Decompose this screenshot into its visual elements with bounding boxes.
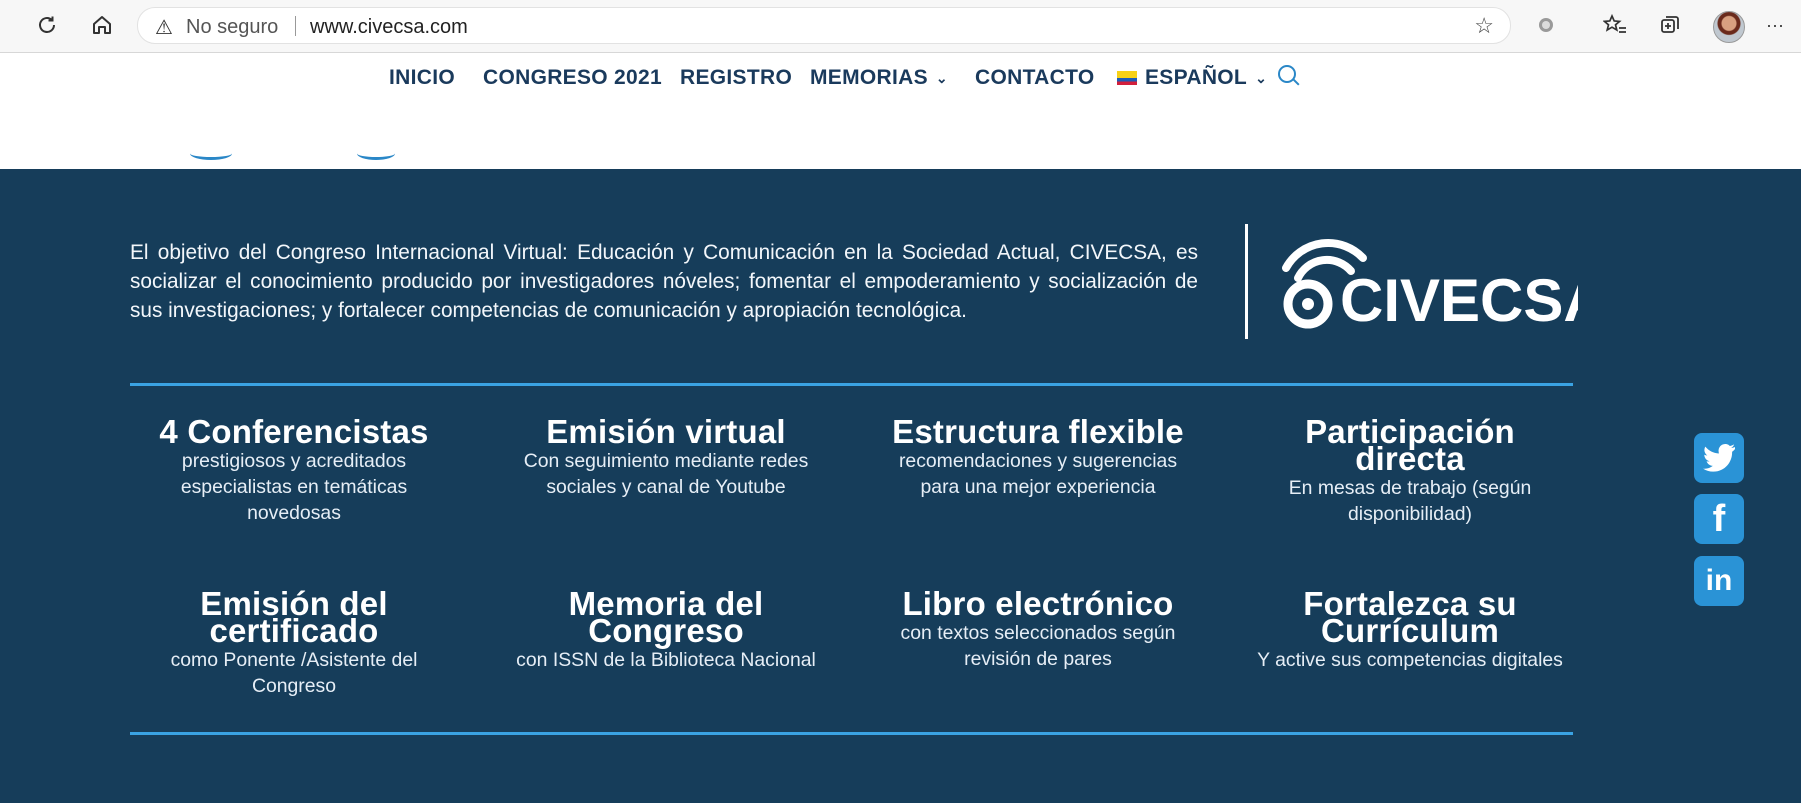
- chevron-down-icon: ⌄: [935, 69, 948, 86]
- linkedin-icon: in: [1705, 564, 1733, 597]
- nav-inicio[interactable]: INICIO: [389, 66, 455, 90]
- nav-memorias[interactable]: MEMORIAS ⌄: [810, 66, 948, 90]
- facebook-icon: f: [1712, 497, 1726, 540]
- refresh-icon[interactable]: [32, 10, 62, 40]
- feature-description: prestigiosos y acreditados especialistas…: [180, 450, 408, 524]
- feature-title: 4 Conferencistas: [159, 413, 429, 450]
- main-menu: MEMORIAS ⌄: [810, 66, 948, 90]
- feature-item: Participación directa En mesas de trabaj…: [1255, 413, 1565, 527]
- main-menu: INICIO: [389, 66, 455, 90]
- security-label[interactable]: No seguro: [186, 16, 278, 39]
- nav-contacto[interactable]: CONTACTO: [975, 66, 1094, 90]
- feature-title: Emisión virtual: [546, 413, 786, 450]
- feature-item: Memoria del Congreso con ISSN de la Bibl…: [511, 585, 821, 673]
- feature-title: Participación directa: [1305, 413, 1515, 477]
- main-menu: REGISTRO: [680, 66, 792, 90]
- feature-description: como Ponente /Asistente del Congreso: [170, 649, 418, 697]
- logo-text: CIVECSA: [1340, 267, 1578, 332]
- feature-item: Fortalezca su Currículum Y active sus co…: [1255, 585, 1565, 673]
- feature-description: con textos seleccionados según revisión …: [900, 622, 1176, 670]
- civecsa-logo: CIVECSA: [1282, 238, 1578, 332]
- browser-toolbar: ⚠ No seguro www.civecsa.com ☆ ···: [0, 0, 1801, 53]
- main-menu: ESPAÑOL ⌄: [1117, 66, 1267, 90]
- header-logo-fragment: [190, 147, 232, 160]
- nav-language-label: ESPAÑOL: [1145, 66, 1248, 89]
- feature-title: Emisión del certificado: [200, 585, 388, 649]
- feature-item: Emisión del certificado como Ponente /As…: [139, 585, 449, 699]
- add-favorite-icon[interactable]: ☆: [1474, 13, 1494, 39]
- header-logo-fragment: [357, 147, 395, 160]
- feature-description: Y active sus competencias digitales: [1257, 649, 1563, 671]
- home-icon[interactable]: [87, 10, 117, 40]
- url-text[interactable]: www.civecsa.com: [310, 16, 468, 39]
- warning-icon[interactable]: ⚠: [155, 15, 173, 40]
- colombia-flag-icon: [1117, 71, 1137, 85]
- feature-item: Libro electrónico con textos seleccionad…: [883, 585, 1193, 672]
- collections-icon[interactable]: [1655, 10, 1685, 40]
- section-divider-top: [130, 383, 1573, 386]
- feature-description: Con seguimiento mediante redes sociales …: [523, 450, 809, 498]
- address-separator: [295, 16, 296, 36]
- extension-icon[interactable]: [1531, 10, 1561, 40]
- feature-title: Libro electrónico: [902, 585, 1174, 622]
- twitter-icon: [1703, 443, 1735, 472]
- nav-memorias-label: MEMORIAS: [810, 66, 928, 89]
- feature-description: recomendaciones y sugerencias para una m…: [898, 450, 1178, 498]
- vertical-divider: [1245, 224, 1248, 339]
- favorites-icon[interactable]: [1600, 10, 1630, 40]
- address-bar[interactable]: ⚠ No seguro www.civecsa.com ☆: [137, 7, 1511, 44]
- search-icon[interactable]: [1278, 65, 1296, 83]
- profile-avatar[interactable]: [1713, 11, 1745, 43]
- feature-item: Estructura flexible recomendaciones y su…: [883, 413, 1193, 500]
- nav-congreso-2021[interactable]: CONGRESO 2021: [483, 66, 662, 90]
- linkedin-button[interactable]: in: [1694, 556, 1744, 606]
- twitter-button[interactable]: [1694, 433, 1744, 483]
- feature-description: En mesas de trabajo (según disponibilida…: [1288, 477, 1532, 525]
- more-icon[interactable]: ···: [1760, 10, 1790, 40]
- section-divider-bottom: [130, 732, 1573, 735]
- chevron-down-icon: ⌄: [1255, 69, 1268, 86]
- facebook-button[interactable]: f: [1694, 494, 1744, 544]
- feature-description: con ISSN de la Biblioteca Nacional: [516, 649, 816, 671]
- intro-text: El objetivo del Congreso Internacional V…: [130, 241, 1198, 322]
- main-menu: CONTACTO: [975, 66, 1094, 90]
- nav-language[interactable]: ESPAÑOL ⌄: [1117, 66, 1267, 90]
- feature-title: Fortalezca su Currículum: [1303, 585, 1517, 649]
- feature-item: Emisión virtual Con seguimiento mediante…: [511, 413, 821, 500]
- nav-registro[interactable]: REGISTRO: [680, 66, 792, 90]
- feature-item: 4 Conferencistas prestigiosos y acredita…: [139, 413, 449, 526]
- main-menu: CONGRESO 2021: [483, 66, 662, 90]
- feature-title: Estructura flexible: [892, 413, 1184, 450]
- feature-title: Memoria del Congreso: [568, 585, 764, 649]
